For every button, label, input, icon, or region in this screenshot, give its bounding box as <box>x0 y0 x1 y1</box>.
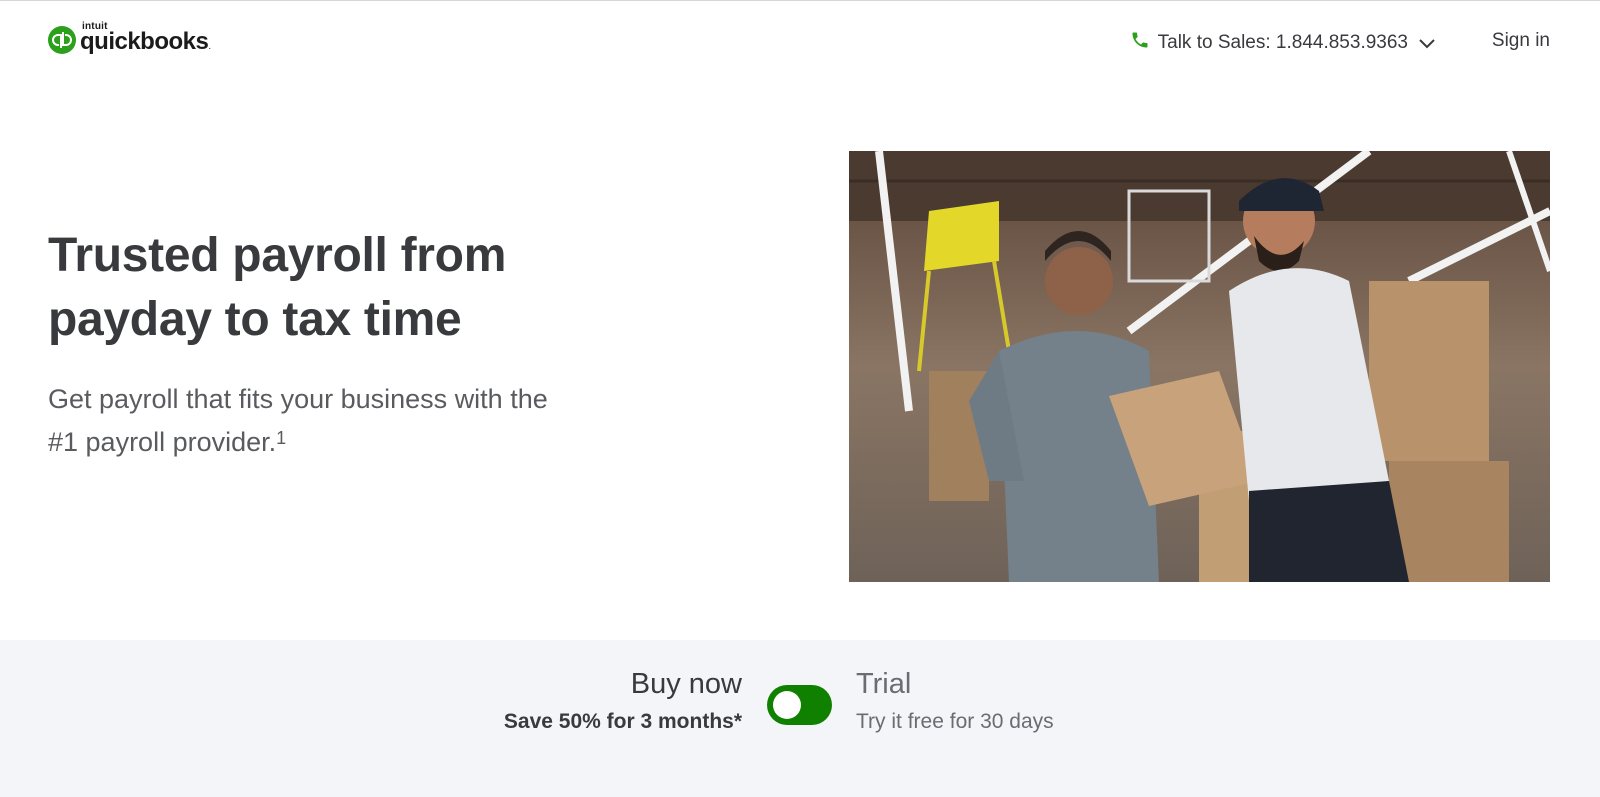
toggle-knob <box>773 691 801 719</box>
buy-now-title: Buy now <box>630 668 742 700</box>
trial-offer: Try it free for 30 days <box>856 710 1054 733</box>
logo-dot: . <box>208 41 212 52</box>
hero-photo <box>849 151 1550 582</box>
qb-logo-icon <box>48 26 76 54</box>
purchase-toggle-band: Buy now Save 50% for 3 months* Trial Try… <box>0 640 1600 797</box>
chevron-down-icon <box>1418 37 1436 49</box>
hero-subtitle: Get payroll that fits your business with… <box>48 378 568 464</box>
buy-trial-toggle[interactable] <box>767 685 832 725</box>
hero-subtitle-text: Get payroll that fits your business with… <box>48 384 548 457</box>
logo-brand-text: intuit <box>82 21 108 32</box>
phone-icon <box>1130 30 1150 55</box>
quickbooks-logo[interactable]: intuit quickbooks. <box>48 20 211 56</box>
hero-title: Trusted payroll from payday to tax time <box>48 229 507 346</box>
buy-now-offer: Save 50% for 3 months* <box>503 710 742 733</box>
talk-to-sales-label: Talk to Sales: 1.844.853.9363 <box>1157 31 1408 53</box>
trial-title: Trial <box>856 668 912 700</box>
logo-name-text: quickbooks <box>80 28 209 55</box>
trial-option[interactable]: Trial Try it free for 30 days <box>856 666 1054 734</box>
buy-now-option[interactable]: Buy now Save 50% for 3 months* <box>504 666 742 734</box>
talk-to-sales-dropdown[interactable]: Talk to Sales: 1.844.853.9363 <box>1130 30 1436 55</box>
site-header: intuit quickbooks. Talk to Sales: 1.844.… <box>0 0 1600 86</box>
footnote-marker[interactable]: 1 <box>276 428 286 448</box>
sign-in-link[interactable]: Sign in <box>1492 30 1550 52</box>
